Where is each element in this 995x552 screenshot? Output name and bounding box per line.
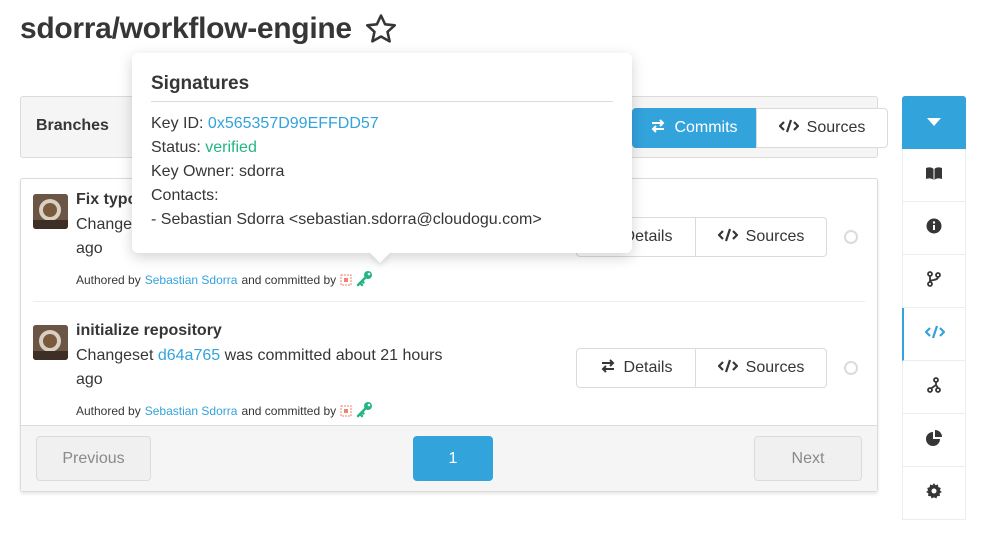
authored-prefix: Authored by: [76, 403, 141, 418]
nav-item-information[interactable]: [902, 202, 966, 255]
chart-pie-icon: [926, 429, 942, 451]
status-row: Status: verified: [151, 136, 613, 160]
commit-message: initialize repository: [76, 322, 222, 339]
sources-label: Sources: [745, 359, 805, 376]
author-link[interactable]: Sebastian Sdorra: [145, 404, 238, 418]
key-icon[interactable]: [356, 269, 374, 290]
exchange-icon: [650, 118, 666, 138]
status-value: verified: [205, 139, 257, 156]
pagination: Previous 1 Next: [21, 425, 877, 491]
commits-button[interactable]: Commits: [632, 108, 756, 148]
commits-label: Commits: [674, 119, 738, 136]
nav-item-statistics[interactable]: [902, 414, 966, 467]
commit-actions: Details Sources: [576, 348, 827, 388]
key-id-value[interactable]: 0x565357D99EFFDD57: [208, 115, 379, 132]
commit-desc-line2: ago: [76, 371, 103, 388]
nav-item-branches[interactable]: [902, 255, 966, 308]
sources-button[interactable]: Sources: [756, 108, 888, 148]
view-switcher: Commits Sources: [632, 108, 888, 148]
nav-item-code[interactable]: [902, 308, 966, 361]
divider: [33, 301, 865, 302]
owner-row: Key Owner: sdorra: [151, 160, 613, 184]
committed-by-label: and committed by: [241, 403, 337, 418]
nav-item-readme[interactable]: [902, 149, 966, 202]
signature-tooltip: Signatures Key ID: 0x565357D99EFFDD57 St…: [132, 53, 632, 263]
page-1-button[interactable]: 1: [413, 436, 493, 481]
details-label: Details: [623, 359, 673, 376]
book-icon: [925, 165, 943, 186]
key-icon[interactable]: [356, 400, 374, 421]
commit-description: Changeset d64a765 was committed about 21…: [76, 344, 476, 392]
previous-button[interactable]: Previous: [36, 436, 151, 481]
commit-desc-suffix: was committed about 21 hours: [224, 347, 443, 364]
contact-entry: - Sebastian Sdorra <sebastian.sdorra@clo…: [151, 211, 542, 228]
page-title: sdorra/workflow-engine: [20, 12, 398, 46]
settings-icon: [926, 482, 942, 504]
commit-authorship: Authored by Sebastian Sdorra and committ…: [76, 269, 374, 290]
nav-item-tags[interactable]: [902, 361, 966, 414]
branches-label: Branches: [36, 117, 109, 134]
avatar: [33, 194, 68, 229]
caret-down-icon: [926, 114, 942, 132]
loading-indicator: [844, 361, 858, 375]
details-button[interactable]: Details: [576, 348, 696, 388]
branch-icon: [927, 270, 941, 292]
info-icon: [926, 218, 942, 239]
commit-desc-partial: Change: [76, 216, 133, 233]
commit-desc-prefix: Changeset: [76, 347, 154, 364]
changeset-link[interactable]: d64a765: [158, 347, 220, 364]
tags-icon: [927, 376, 941, 398]
commit-message: Fix typo: [76, 191, 138, 208]
key-id-label: Key ID:: [151, 115, 204, 132]
collapse-toggle[interactable]: [902, 96, 966, 149]
owner-value: sdorra: [239, 163, 285, 180]
avatar: [33, 325, 68, 360]
star-icon[interactable]: [364, 12, 398, 46]
broken-image-icon: [340, 274, 352, 286]
broken-image-icon: [340, 405, 352, 417]
sources-label: Sources: [745, 228, 805, 245]
code-icon: [717, 228, 739, 247]
contacts-label: Contacts:: [151, 187, 219, 204]
commit-desc-line2: ago: [76, 240, 103, 257]
nav-item-settings[interactable]: [902, 467, 966, 520]
sources-label: Sources: [806, 119, 866, 136]
commit-authorship: Authored by Sebastian Sdorra and committ…: [76, 400, 374, 421]
code-icon: [717, 359, 739, 378]
secondary-navigation: [902, 96, 966, 520]
status-label: Status:: [151, 139, 201, 156]
tooltip-title: Signatures: [151, 73, 613, 102]
authored-prefix: Authored by: [76, 272, 141, 287]
code-icon: [778, 119, 800, 138]
sources-button[interactable]: Sources: [696, 348, 827, 388]
code-icon: [923, 325, 946, 344]
key-id-row: Key ID: 0x565357D99EFFDD57: [151, 112, 613, 136]
owner-label: Key Owner:: [151, 163, 235, 180]
author-link[interactable]: Sebastian Sdorra: [145, 273, 238, 287]
loading-indicator: [844, 230, 858, 244]
exchange-icon: [600, 358, 616, 378]
committed-by-label: and committed by: [241, 272, 337, 287]
sources-button[interactable]: Sources: [696, 217, 827, 257]
repo-name: sdorra/workflow-engine: [20, 12, 352, 45]
next-button[interactable]: Next: [754, 436, 862, 481]
